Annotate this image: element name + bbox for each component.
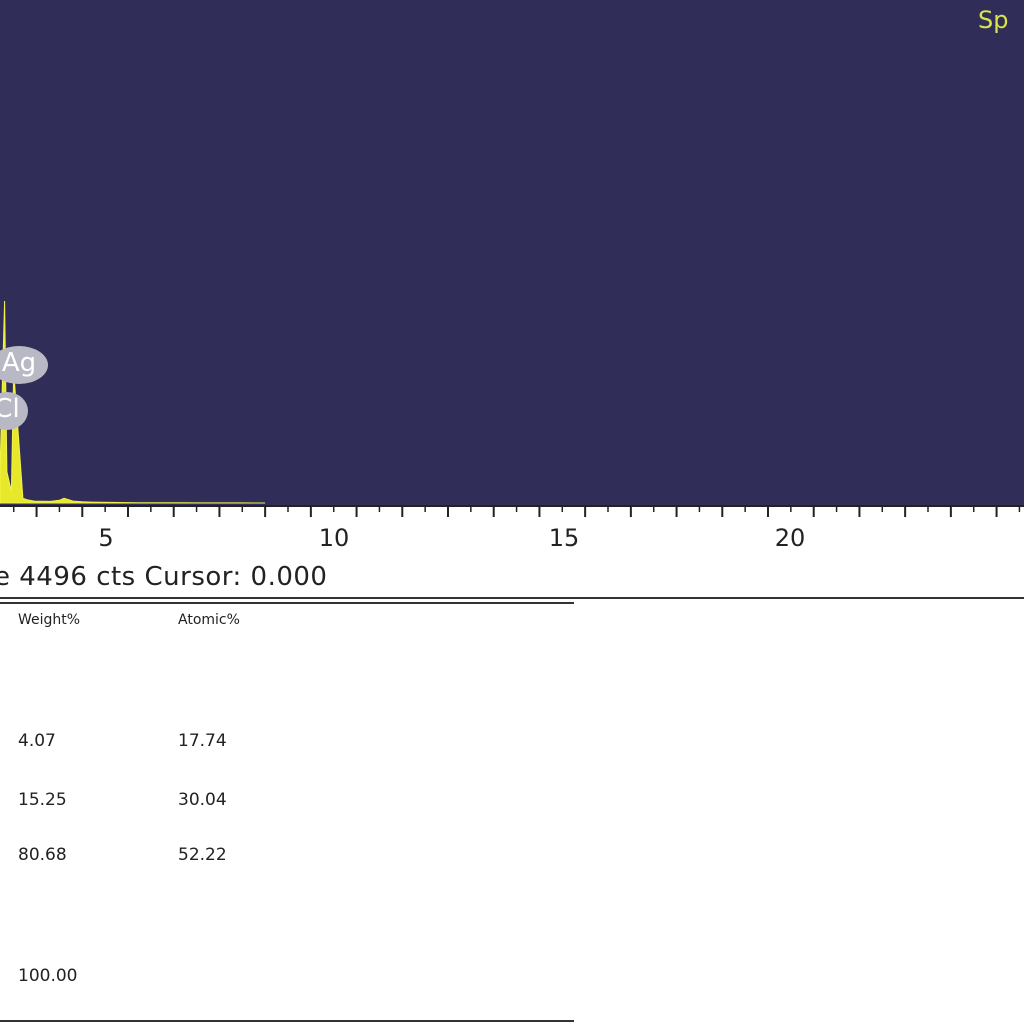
row-2-atomic: 30.04 (178, 790, 227, 810)
table-top-rule (0, 602, 574, 604)
spectrum-corner-label: Sp (978, 6, 1009, 34)
x-tick-label-15: 15 (548, 524, 580, 552)
row-1-atomic: 17.74 (178, 731, 227, 751)
spectrum-series-0 (0, 300, 266, 504)
spectrum-plot-area: Sp Ag Cl (0, 0, 1024, 505)
row-3-atomic: 52.22 (178, 845, 227, 865)
row-3-weight: 80.68 (18, 845, 67, 865)
x-tick-label-10: 10 (318, 524, 350, 552)
header-atomic-percent: Atomic% (178, 612, 240, 628)
spectrum-svg (0, 300, 266, 504)
row-2-weight: 15.25 (18, 790, 67, 810)
x-tick-label-5: 5 (98, 524, 114, 552)
total-weight: 100.00 (18, 966, 78, 986)
table-bottom-rule (0, 1020, 574, 1022)
header-weight-percent: Weight% (18, 612, 81, 628)
x-tick-label-20: 20 (774, 524, 806, 552)
status-line: e 4496 cts Cursor: 0.000 (0, 562, 328, 592)
row-1-weight: 4.07 (18, 731, 56, 751)
x-axis (0, 505, 1024, 517)
status-divider (0, 597, 1024, 599)
